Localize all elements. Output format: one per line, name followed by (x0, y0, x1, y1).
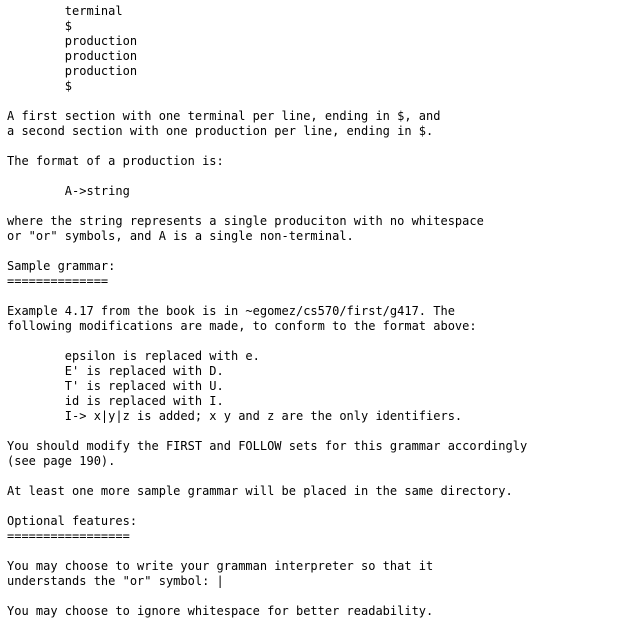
sample-grammar-heading-line: ============== (7, 274, 109, 288)
format-example-block-line: production (7, 34, 138, 48)
or-symbol-paragraph-line: You may choose to write your gramman int… (7, 559, 434, 573)
format-example-block-line: production (7, 49, 138, 63)
production-format-explanation-line: or "or" symbols, and A is a single non-t… (7, 229, 354, 243)
or-symbol-paragraph-line: understands the "or" symbol: | (7, 574, 224, 588)
format-example-block-line: terminal (7, 4, 123, 18)
format-example-block-line: production (7, 64, 138, 78)
modifications-list-line: I-> x|y|z is added; x y and z are the on… (7, 409, 463, 423)
optional-features-heading-line: ================= (7, 529, 130, 543)
sections-paragraph-line: A first section with one terminal per li… (7, 109, 441, 123)
example-417-paragraph-line: following modifications are made, to con… (7, 319, 477, 333)
modifications-list-line: epsilon is replaced with e. (7, 349, 260, 363)
whitespace-paragraph-line: You may choose to ignore whitespace for … (7, 604, 434, 618)
modifications-list-line: E' is replaced with D. (7, 364, 224, 378)
format-example-block-line: $ (7, 79, 73, 93)
example-417-paragraph-line: Example 4.17 from the book is in ~egomez… (7, 304, 455, 318)
sample-grammar-heading-line: Sample grammar: (7, 259, 116, 273)
format-example-block-line: $ (7, 19, 73, 33)
production-format-explanation-line: where the string represents a single pro… (7, 214, 484, 228)
first-follow-paragraph-line: You should modify the FIRST and FOLLOW s… (7, 439, 528, 453)
production-format-intro-line: The format of a production is: (7, 154, 224, 168)
modifications-list-line: id is replaced with I. (7, 394, 224, 408)
sections-paragraph-line: a second section with one production per… (7, 124, 434, 138)
optional-features-heading-line: Optional features: (7, 514, 138, 528)
text-document-body: terminal $ production production product… (0, 0, 625, 619)
first-follow-paragraph-line: (see page 190). (7, 454, 116, 468)
modifications-list-line: T' is replaced with U. (7, 379, 224, 393)
or-symbol-pipe: | (216, 574, 224, 588)
more-grammars-paragraph-line: At least one more sample grammar will be… (7, 484, 513, 498)
production-format-code-line: A->string (7, 184, 130, 198)
